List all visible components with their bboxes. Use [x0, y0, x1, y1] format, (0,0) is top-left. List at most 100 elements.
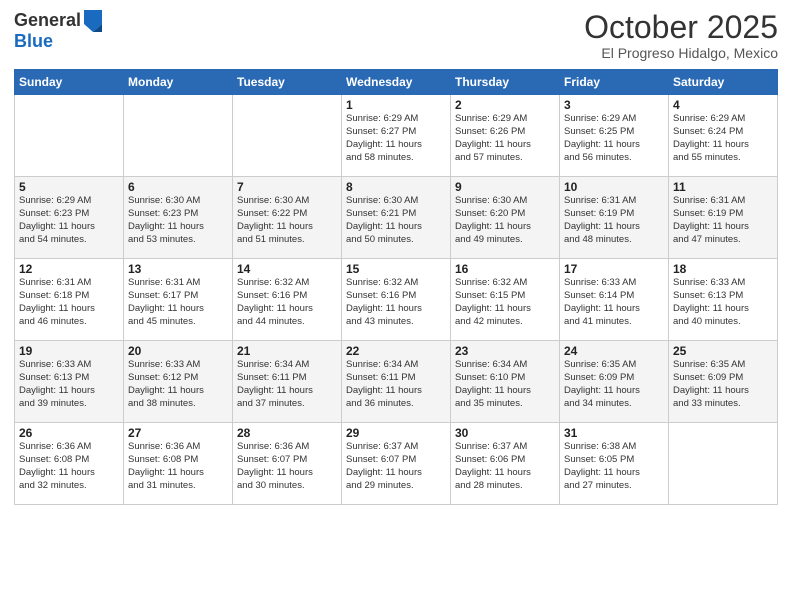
- page: General Blue October 2025 El Progreso Hi…: [0, 0, 792, 612]
- col-sunday: Sunday: [15, 70, 124, 95]
- table-row: 30Sunrise: 6:37 AM Sunset: 6:06 PM Dayli…: [451, 423, 560, 505]
- table-row: 11Sunrise: 6:31 AM Sunset: 6:19 PM Dayli…: [669, 177, 778, 259]
- title-block: October 2025 El Progreso Hidalgo, Mexico: [584, 10, 778, 61]
- day-info: Sunrise: 6:37 AM Sunset: 6:06 PM Dayligh…: [455, 441, 555, 492]
- table-row: 29Sunrise: 6:37 AM Sunset: 6:07 PM Dayli…: [342, 423, 451, 505]
- day-info: Sunrise: 6:30 AM Sunset: 6:21 PM Dayligh…: [346, 195, 446, 246]
- day-number: 25: [673, 344, 773, 358]
- table-row: 21Sunrise: 6:34 AM Sunset: 6:11 PM Dayli…: [233, 341, 342, 423]
- day-number: 19: [19, 344, 119, 358]
- day-info: Sunrise: 6:33 AM Sunset: 6:14 PM Dayligh…: [564, 277, 664, 328]
- table-row: 25Sunrise: 6:35 AM Sunset: 6:09 PM Dayli…: [669, 341, 778, 423]
- day-info: Sunrise: 6:35 AM Sunset: 6:09 PM Dayligh…: [564, 359, 664, 410]
- day-info: Sunrise: 6:31 AM Sunset: 6:19 PM Dayligh…: [673, 195, 773, 246]
- day-info: Sunrise: 6:37 AM Sunset: 6:07 PM Dayligh…: [346, 441, 446, 492]
- day-info: Sunrise: 6:32 AM Sunset: 6:16 PM Dayligh…: [237, 277, 337, 328]
- table-row: [669, 423, 778, 505]
- day-number: 28: [237, 426, 337, 440]
- day-number: 1: [346, 98, 446, 112]
- day-info: Sunrise: 6:34 AM Sunset: 6:10 PM Dayligh…: [455, 359, 555, 410]
- day-number: 23: [455, 344, 555, 358]
- table-row: 7Sunrise: 6:30 AM Sunset: 6:22 PM Daylig…: [233, 177, 342, 259]
- col-wednesday: Wednesday: [342, 70, 451, 95]
- day-info: Sunrise: 6:30 AM Sunset: 6:22 PM Dayligh…: [237, 195, 337, 246]
- col-friday: Friday: [560, 70, 669, 95]
- table-row: 2Sunrise: 6:29 AM Sunset: 6:26 PM Daylig…: [451, 95, 560, 177]
- day-info: Sunrise: 6:29 AM Sunset: 6:23 PM Dayligh…: [19, 195, 119, 246]
- table-row: 13Sunrise: 6:31 AM Sunset: 6:17 PM Dayli…: [124, 259, 233, 341]
- logo: General Blue: [14, 10, 102, 52]
- location: El Progreso Hidalgo, Mexico: [584, 45, 778, 61]
- day-number: 6: [128, 180, 228, 194]
- day-number: 18: [673, 262, 773, 276]
- calendar-week-row: 19Sunrise: 6:33 AM Sunset: 6:13 PM Dayli…: [15, 341, 778, 423]
- day-number: 3: [564, 98, 664, 112]
- col-tuesday: Tuesday: [233, 70, 342, 95]
- day-info: Sunrise: 6:31 AM Sunset: 6:18 PM Dayligh…: [19, 277, 119, 328]
- day-info: Sunrise: 6:32 AM Sunset: 6:15 PM Dayligh…: [455, 277, 555, 328]
- day-number: 21: [237, 344, 337, 358]
- day-info: Sunrise: 6:36 AM Sunset: 6:07 PM Dayligh…: [237, 441, 337, 492]
- table-row: [124, 95, 233, 177]
- logo-icon: [84, 10, 102, 32]
- table-row: [233, 95, 342, 177]
- table-row: 17Sunrise: 6:33 AM Sunset: 6:14 PM Dayli…: [560, 259, 669, 341]
- table-row: 20Sunrise: 6:33 AM Sunset: 6:12 PM Dayli…: [124, 341, 233, 423]
- day-number: 26: [19, 426, 119, 440]
- day-number: 10: [564, 180, 664, 194]
- day-info: Sunrise: 6:29 AM Sunset: 6:24 PM Dayligh…: [673, 113, 773, 164]
- day-number: 13: [128, 262, 228, 276]
- day-number: 29: [346, 426, 446, 440]
- day-number: 7: [237, 180, 337, 194]
- table-row: 18Sunrise: 6:33 AM Sunset: 6:13 PM Dayli…: [669, 259, 778, 341]
- day-info: Sunrise: 6:31 AM Sunset: 6:17 PM Dayligh…: [128, 277, 228, 328]
- day-number: 27: [128, 426, 228, 440]
- day-info: Sunrise: 6:38 AM Sunset: 6:05 PM Dayligh…: [564, 441, 664, 492]
- header: General Blue October 2025 El Progreso Hi…: [14, 10, 778, 61]
- table-row: 10Sunrise: 6:31 AM Sunset: 6:19 PM Dayli…: [560, 177, 669, 259]
- logo-blue-text: Blue: [14, 32, 102, 52]
- table-row: 16Sunrise: 6:32 AM Sunset: 6:15 PM Dayli…: [451, 259, 560, 341]
- table-row: 9Sunrise: 6:30 AM Sunset: 6:20 PM Daylig…: [451, 177, 560, 259]
- table-row: 3Sunrise: 6:29 AM Sunset: 6:25 PM Daylig…: [560, 95, 669, 177]
- day-number: 16: [455, 262, 555, 276]
- day-number: 2: [455, 98, 555, 112]
- table-row: 15Sunrise: 6:32 AM Sunset: 6:16 PM Dayli…: [342, 259, 451, 341]
- day-info: Sunrise: 6:29 AM Sunset: 6:26 PM Dayligh…: [455, 113, 555, 164]
- table-row: 23Sunrise: 6:34 AM Sunset: 6:10 PM Dayli…: [451, 341, 560, 423]
- table-row: 5Sunrise: 6:29 AM Sunset: 6:23 PM Daylig…: [15, 177, 124, 259]
- table-row: 6Sunrise: 6:30 AM Sunset: 6:23 PM Daylig…: [124, 177, 233, 259]
- calendar-week-row: 1Sunrise: 6:29 AM Sunset: 6:27 PM Daylig…: [15, 95, 778, 177]
- day-info: Sunrise: 6:32 AM Sunset: 6:16 PM Dayligh…: [346, 277, 446, 328]
- day-number: 14: [237, 262, 337, 276]
- table-row: 14Sunrise: 6:32 AM Sunset: 6:16 PM Dayli…: [233, 259, 342, 341]
- day-number: 11: [673, 180, 773, 194]
- table-row: 19Sunrise: 6:33 AM Sunset: 6:13 PM Dayli…: [15, 341, 124, 423]
- col-monday: Monday: [124, 70, 233, 95]
- table-row: 8Sunrise: 6:30 AM Sunset: 6:21 PM Daylig…: [342, 177, 451, 259]
- day-number: 30: [455, 426, 555, 440]
- col-saturday: Saturday: [669, 70, 778, 95]
- day-number: 17: [564, 262, 664, 276]
- day-info: Sunrise: 6:31 AM Sunset: 6:19 PM Dayligh…: [564, 195, 664, 246]
- table-row: 26Sunrise: 6:36 AM Sunset: 6:08 PM Dayli…: [15, 423, 124, 505]
- calendar-week-row: 26Sunrise: 6:36 AM Sunset: 6:08 PM Dayli…: [15, 423, 778, 505]
- day-info: Sunrise: 6:36 AM Sunset: 6:08 PM Dayligh…: [19, 441, 119, 492]
- day-number: 22: [346, 344, 446, 358]
- day-info: Sunrise: 6:29 AM Sunset: 6:27 PM Dayligh…: [346, 113, 446, 164]
- table-row: 22Sunrise: 6:34 AM Sunset: 6:11 PM Dayli…: [342, 341, 451, 423]
- day-info: Sunrise: 6:35 AM Sunset: 6:09 PM Dayligh…: [673, 359, 773, 410]
- calendar-header-row: Sunday Monday Tuesday Wednesday Thursday…: [15, 70, 778, 95]
- day-number: 31: [564, 426, 664, 440]
- table-row: 4Sunrise: 6:29 AM Sunset: 6:24 PM Daylig…: [669, 95, 778, 177]
- table-row: 28Sunrise: 6:36 AM Sunset: 6:07 PM Dayli…: [233, 423, 342, 505]
- day-number: 24: [564, 344, 664, 358]
- table-row: 1Sunrise: 6:29 AM Sunset: 6:27 PM Daylig…: [342, 95, 451, 177]
- day-info: Sunrise: 6:34 AM Sunset: 6:11 PM Dayligh…: [346, 359, 446, 410]
- day-number: 4: [673, 98, 773, 112]
- day-number: 9: [455, 180, 555, 194]
- day-info: Sunrise: 6:30 AM Sunset: 6:23 PM Dayligh…: [128, 195, 228, 246]
- day-number: 15: [346, 262, 446, 276]
- day-info: Sunrise: 6:33 AM Sunset: 6:13 PM Dayligh…: [19, 359, 119, 410]
- day-info: Sunrise: 6:29 AM Sunset: 6:25 PM Dayligh…: [564, 113, 664, 164]
